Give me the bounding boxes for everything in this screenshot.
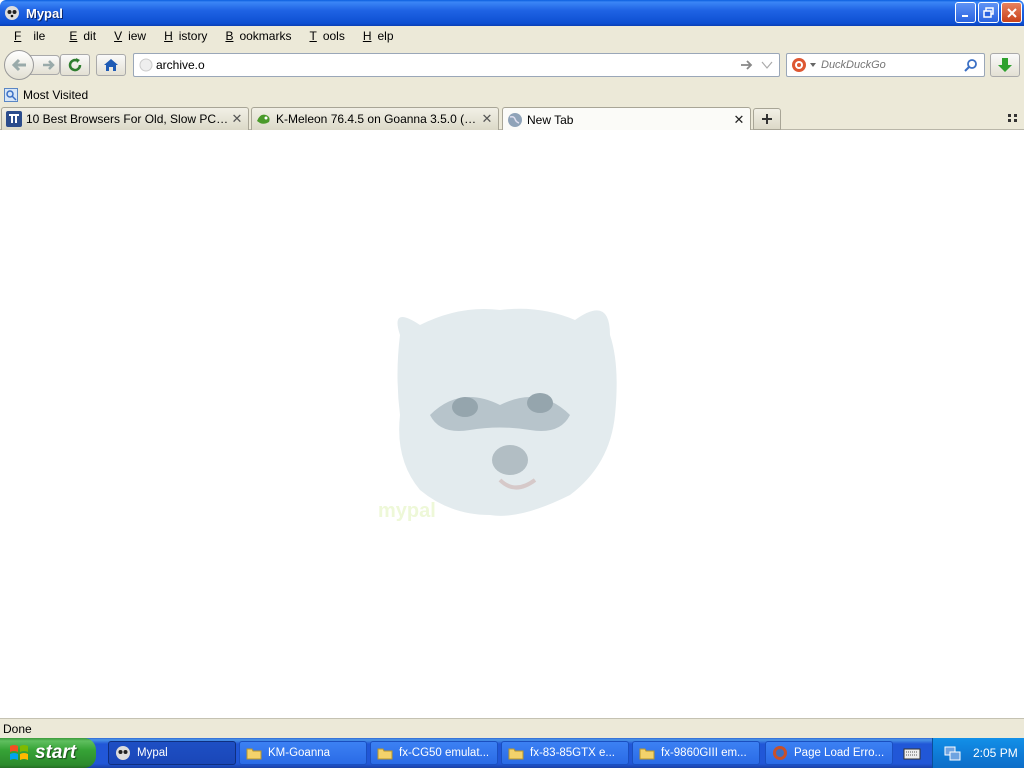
tab-close-icon[interactable]: ✕ <box>480 111 494 127</box>
reload-icon <box>68 58 82 72</box>
taskbar-item-page-load-error[interactable]: Page Load Erro... <box>765 741 893 765</box>
downloads-button[interactable] <box>990 53 1020 77</box>
tab-best-browsers[interactable]: 10 Best Browsers For Old, Slow PCs in 20… <box>1 107 249 130</box>
menu-tools[interactable]: Tools <box>297 29 350 43</box>
taskbar-item-km-goanna[interactable]: KM-Goanna <box>239 741 367 765</box>
tab-label: New Tab <box>527 112 574 127</box>
tab-kmeleon[interactable]: K-Meleon 76.4.5 on Goanna 3.5.0 (Build .… <box>251 107 499 130</box>
globe-icon <box>508 112 522 127</box>
url-input[interactable] <box>156 58 716 72</box>
page-identity-icon <box>139 58 153 72</box>
back-forward-group <box>4 50 60 80</box>
forward-button[interactable] <box>30 55 60 75</box>
restore-icon <box>982 6 994 18</box>
forward-arrow-icon <box>42 60 55 70</box>
menu-view[interactable]: View <box>102 29 152 43</box>
close-window-button[interactable] <box>1001 2 1022 23</box>
chevron-down-icon <box>810 63 816 67</box>
site-icon <box>6 111 22 127</box>
network-icon[interactable] <box>943 744 961 762</box>
taskbar-item-label: fx-9860GIII em... <box>661 747 747 759</box>
bookmarks-toolbar: Most Visited <box>0 84 1024 106</box>
home-icon <box>104 59 118 71</box>
history-dropdown-icon[interactable] <box>761 60 773 70</box>
restore-button[interactable] <box>978 2 999 23</box>
taskbar-item-label: KM-Goanna <box>268 747 331 759</box>
taskbar-item-label: Mypal <box>137 747 168 759</box>
taskbar-item-fx-cg50[interactable]: fx-CG50 emulat... <box>370 741 498 765</box>
minimize-button[interactable] <box>955 2 976 23</box>
reload-button[interactable] <box>60 54 90 76</box>
tab-close-icon[interactable]: ✕ <box>732 112 746 128</box>
search-engine-selector[interactable] <box>787 57 821 73</box>
tab-label: 10 Best Browsers For Old, Slow PCs in 20… <box>26 112 230 126</box>
search-icon[interactable] <box>964 58 978 72</box>
system-tray: 2:05 PM <box>932 738 1024 768</box>
logo-text: mypal <box>378 500 436 522</box>
menu-file[interactable]: File <box>2 29 57 43</box>
minimize-icon <box>961 14 968 17</box>
status-text: Done <box>3 721 32 736</box>
tab-new-tab[interactable]: New Tab ✕ <box>502 107 751 131</box>
menu-bar: File Edit View History Bookmarks Tools H… <box>0 26 1024 46</box>
taskbar-item-label: fx-CG50 emulat... <box>399 747 490 759</box>
tab-label: K-Meleon 76.4.5 on Goanna 3.5.0 (Build .… <box>276 112 480 126</box>
status-bar: Done <box>0 718 1024 738</box>
folder-icon <box>377 748 393 760</box>
tab-close-icon[interactable]: ✕ <box>230 111 244 127</box>
menu-file-rest: ile <box>33 29 46 43</box>
back-button[interactable] <box>4 50 34 80</box>
taskbar-item-fx-9860[interactable]: fx-9860GIII em... <box>632 741 760 765</box>
start-button[interactable]: start <box>0 738 96 768</box>
download-arrow-icon <box>998 58 1012 72</box>
mypal-icon <box>5 6 19 20</box>
close-icon <box>1006 7 1017 18</box>
navigation-toolbar <box>0 46 1024 84</box>
folder-icon <box>639 748 655 760</box>
keyboard-icon[interactable] <box>903 745 921 761</box>
duckduckgo-icon <box>792 58 806 72</box>
windows-logo-icon <box>10 745 28 760</box>
clock: 2:05 PM <box>973 746 1018 760</box>
mypal-logo: mypal <box>378 308 617 522</box>
taskbar-item-label: Page Load Erro... <box>794 747 885 759</box>
browser-icon <box>773 746 787 760</box>
search-input[interactable] <box>821 59 961 71</box>
menu-help[interactable]: Help <box>351 29 400 43</box>
menu-bookmarks[interactable]: Bookmarks <box>213 29 297 43</box>
back-arrow-icon <box>11 58 26 72</box>
menu-history[interactable]: History <box>152 29 213 43</box>
page-content: mypal <box>0 130 1024 718</box>
mypal-icon <box>116 746 130 760</box>
most-visited-label: Most Visited <box>23 88 89 102</box>
most-visited-folder[interactable]: Most Visited <box>4 88 88 102</box>
window-title: Mypal <box>26 5 63 21</box>
taskbar-item-label: fx-83-85GTX e... <box>530 747 616 759</box>
menu-edit[interactable]: Edit <box>57 29 102 43</box>
tab-strip: 10 Best Browsers For Old, Slow PCs in 20… <box>0 106 1024 131</box>
new-tab-button[interactable] <box>753 108 781 130</box>
start-label: start <box>35 742 77 763</box>
folder-icon <box>508 748 524 760</box>
plus-icon <box>762 114 772 124</box>
taskbar-item-mypal[interactable]: Mypal <box>108 741 236 765</box>
home-button[interactable] <box>96 54 126 76</box>
most-visited-icon <box>4 88 18 102</box>
list-all-tabs-icon[interactable] <box>1006 111 1020 125</box>
title-bar: Mypal <box>0 0 1024 26</box>
go-arrow-icon[interactable] <box>739 58 755 72</box>
url-bar[interactable] <box>133 53 780 77</box>
taskbar-item-fx-83[interactable]: fx-83-85GTX e... <box>501 741 629 765</box>
folder-icon <box>246 748 262 760</box>
search-bar[interactable] <box>786 53 985 77</box>
kmeleon-icon <box>257 114 270 124</box>
taskbar: start Mypal KM-Goanna fx-CG50 emulat... … <box>0 738 1024 768</box>
